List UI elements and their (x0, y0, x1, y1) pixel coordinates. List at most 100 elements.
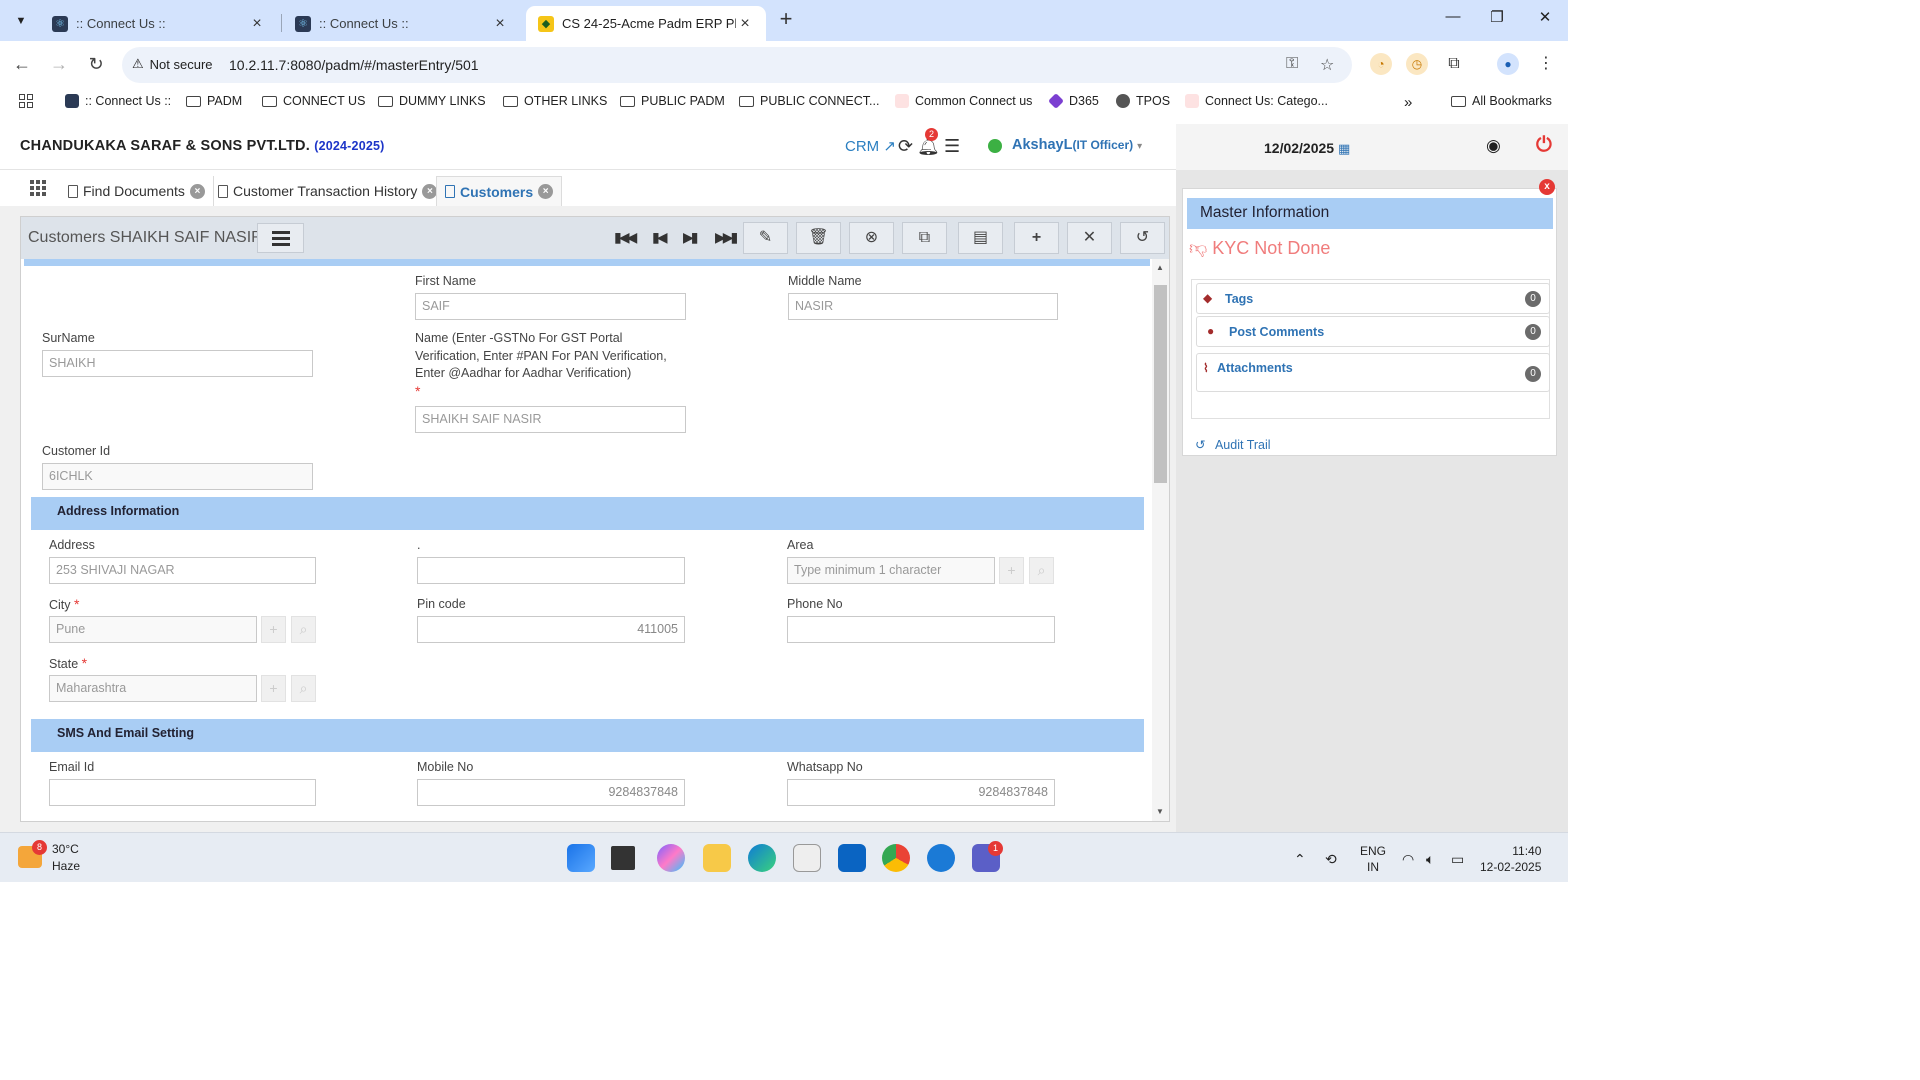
search-city-icon[interactable]: ⌕ (291, 616, 316, 643)
edge-browser-icon[interactable] (748, 844, 776, 872)
user-menu[interactable]: AkshayL(IT Officer) ▾ (1012, 137, 1142, 153)
more-bookmarks-chevron-icon[interactable]: » (1404, 94, 1412, 111)
copilot-icon[interactable] (657, 844, 685, 872)
volume-icon[interactable]: 🔈︎ (1426, 851, 1434, 868)
close-tab-icon[interactable]: × (538, 184, 554, 199)
bookmark-folder-public-connect[interactable]: PUBLIC CONNECT... (739, 94, 879, 108)
extensions-puzzle-icon[interactable]: ⧉ (1443, 53, 1465, 75)
paste-button[interactable]: ▤ (958, 222, 1003, 254)
close-tab-icon[interactable]: × (736, 15, 754, 33)
extension-gauge-icon[interactable]: ◔ (1370, 53, 1392, 75)
middle-name-input[interactable]: NASIR (788, 293, 1058, 320)
language-indicator[interactable]: ENG IN (1360, 843, 1386, 875)
browser-tab-1[interactable]: ⚛ :: Connect Us :: × (40, 6, 278, 41)
bookmark-folder-public-padm[interactable]: PUBLIC PADM (620, 94, 725, 108)
back-arrow-icon[interactable]: ← (9, 52, 35, 78)
browser-tab-3-active[interactable]: ◆ CS 24-25-Acme Padm ERP Platf × (526, 6, 766, 41)
tab-customers[interactable]: Customers × (436, 176, 563, 206)
close-form-button[interactable]: ✕ (1067, 222, 1112, 254)
cancel-document-button[interactable]: ⊗ (849, 222, 894, 254)
scrollbar-thumb[interactable] (1154, 285, 1167, 483)
extension-clock-icon[interactable]: ◷ (1406, 53, 1428, 75)
scroll-up-arrow-icon[interactable]: ▲ (1156, 263, 1164, 272)
close-tab-icon[interactable]: × (491, 15, 509, 33)
add-new-button[interactable]: + (1014, 222, 1059, 254)
omnibox[interactable]: ⚠ Not secure 10.2.11.7:8080/padm/#/maste… (122, 47, 1352, 83)
tags-item[interactable]: ◆ Tags 0 (1196, 283, 1550, 314)
chrome-menu-icon[interactable]: ⋮ (1535, 53, 1557, 75)
battery-icon[interactable]: ▭ (1451, 851, 1464, 868)
bookmark-tpos[interactable]: TPOS (1116, 94, 1170, 108)
scroll-down-arrow-icon[interactable]: ▼ (1156, 807, 1164, 816)
bookmark-star-icon[interactable]: ☆ (1320, 55, 1334, 75)
bookmark-folder-padm[interactable]: PADM (186, 94, 242, 108)
tab-search-chevron-icon[interactable]: ▼ (8, 8, 34, 34)
area-input[interactable]: Type minimum 1 character (787, 557, 995, 584)
chrome-icon[interactable] (882, 844, 910, 872)
next-record-icon[interactable]: ▶▮ (683, 229, 699, 246)
windows-start-icon[interactable] (567, 844, 595, 872)
menu-list-icon[interactable]: ☰ (944, 136, 960, 157)
address-input[interactable]: 253 SHIVAJI NAGAR (49, 557, 316, 584)
post-comments-item[interactable]: ● Post Comments 0 (1196, 316, 1550, 347)
address-line-2-input[interactable] (417, 557, 685, 584)
add-area-plus-icon[interactable]: + (999, 557, 1024, 584)
new-tab-plus-icon[interactable]: + (774, 8, 798, 32)
forward-arrow-icon[interactable]: → (46, 52, 72, 78)
mobile-no-input[interactable]: 9284837848 (417, 779, 685, 806)
security-indicator[interactable]: ⚠ Not secure (132, 56, 213, 72)
minimize-icon[interactable]: — (1438, 8, 1468, 32)
email-id-input[interactable] (49, 779, 316, 806)
bookmark-d365[interactable]: D365 (1048, 93, 1099, 109)
working-date[interactable]: 12/02/2025 ▦ (1264, 140, 1350, 157)
surname-input[interactable]: SHAIKH (42, 350, 313, 377)
bookmark-folder-connect-us[interactable]: CONNECT US (262, 94, 365, 108)
audit-trail-link[interactable]: ↺ Audit Trail (1195, 437, 1271, 452)
reload-icon[interactable]: ↻ (83, 52, 109, 78)
attachments-item[interactable]: ⌇ Attachments 0 (1196, 353, 1550, 392)
bookmark-folder-dummy-links[interactable]: DUMMY LINKS (378, 94, 486, 108)
add-state-plus-icon[interactable]: + (261, 675, 286, 702)
search-state-icon[interactable]: ⌕ (291, 675, 316, 702)
sync-tray-icon[interactable]: ⟲ (1325, 851, 1337, 868)
restore-icon[interactable]: ❐ (1482, 8, 1512, 32)
apps-grid-icon[interactable] (19, 94, 33, 108)
full-name-input[interactable]: SHAIKH SAIF NASIR (415, 406, 686, 433)
phone-app-icon[interactable] (927, 844, 955, 872)
phone-no-input[interactable] (787, 616, 1055, 643)
list-view-button[interactable] (257, 223, 304, 253)
all-bookmarks[interactable]: All Bookmarks (1451, 94, 1552, 108)
browser-tab-2[interactable]: ⚛ :: Connect Us :: × (283, 6, 521, 41)
vnc-viewer-icon[interactable] (793, 844, 821, 872)
system-clock[interactable]: 11:40 12-02-2025 (1480, 843, 1541, 875)
first-record-icon[interactable]: ▮◀◀ (614, 229, 637, 246)
whatsapp-no-input[interactable]: 9284837848 (787, 779, 1055, 806)
eye-slash-icon[interactable]: ◉ (1486, 136, 1501, 156)
bookmark-folder-other-links[interactable]: OTHER LINKS (503, 94, 607, 108)
copy-button[interactable]: ⧉ (902, 222, 947, 254)
state-input[interactable]: Maharashtra (49, 675, 257, 702)
search-area-icon[interactable]: ⌕ (1029, 557, 1054, 584)
outlook-icon[interactable] (838, 844, 866, 872)
close-tab-icon[interactable]: × (248, 15, 266, 33)
add-city-plus-icon[interactable]: + (261, 616, 286, 643)
bookmark-connect-category[interactable]: Connect Us: Catego... (1185, 94, 1328, 108)
form-scrollbar[interactable]: ▲ ▼ (1152, 259, 1169, 821)
close-tab-icon[interactable]: × (189, 183, 205, 199)
task-view-icon[interactable] (611, 846, 635, 870)
last-record-icon[interactable]: ▶▶▮ (715, 229, 738, 246)
first-name-input[interactable]: SAIF (415, 293, 686, 320)
profile-avatar-icon[interactable]: ● (1497, 53, 1519, 75)
tab-customer-transaction-history[interactable]: Customer Transaction History × (210, 176, 447, 206)
wifi-icon[interactable]: ◠ (1402, 851, 1414, 868)
password-key-icon[interactable]: ⚿ (1286, 55, 1298, 73)
tray-chevron-up-icon[interactable]: ⌃ (1294, 851, 1306, 868)
customer-id-input[interactable]: 6ICHLK (42, 463, 313, 490)
app-grid-icon[interactable] (30, 180, 48, 196)
delete-trash-button[interactable]: 🗑︎ (796, 222, 841, 254)
sync-icon[interactable]: ⟳ (898, 136, 913, 157)
file-explorer-icon[interactable] (703, 844, 731, 872)
close-window-icon[interactable]: ✕ (1530, 8, 1560, 32)
crm-link[interactable]: CRM ↗ (845, 137, 896, 155)
pin-code-input[interactable]: 411005 (417, 616, 685, 643)
